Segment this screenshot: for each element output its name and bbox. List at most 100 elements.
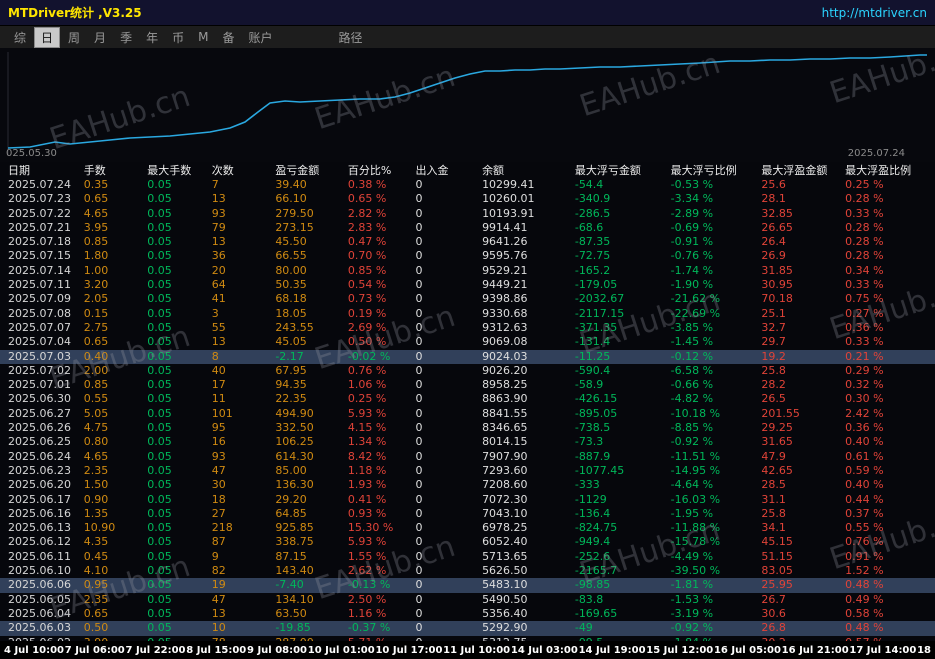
cell-max-float-loss: -83.8 [574,592,604,606]
cell-count: 93 [211,206,226,220]
table-row[interactable]: 2025.07.24 0.35 0.05 7 39.40 0.38 % 0 10299.41 -… [0,178,935,192]
cell-max-float-profit-ratio: 0.34 % [845,263,884,277]
table-row[interactable]: 2025.06.23 2.35 0.05 47 85.00 1.18 % 0 7293.60 -… [0,464,935,478]
table-row[interactable]: 2025.06.27 5.05 0.05 101 494.90 5.93 % 0 8841.5… [0,407,935,421]
cell-max-float-loss-ratio: -0.66 % [670,378,714,392]
cell-percent: 1.55 % [347,549,387,563]
website-link[interactable]: http://mtdriver.cn [822,6,927,20]
col-header-lots[interactable]: 手数 [84,162,148,178]
table-row[interactable]: 2025.07.14 1.00 0.05 20 80.00 0.85 % 0 9529.21 -… [0,264,935,278]
menu-tab-4[interactable]: 月 [88,28,112,47]
cell-max-float-loss-ratio: -22.69 % [670,306,721,320]
cell-date: 2025.07.11 [8,278,71,292]
table-row[interactable]: 2025.07.02 2.00 0.05 40 67.95 0.76 % 0 9026.20 -… [0,364,935,378]
cell-max-float-loss-ratio: -4.82 % [670,392,714,406]
table-row[interactable]: 2025.07.23 0.65 0.05 13 66.10 0.65 % 0 10260.01… [0,192,935,206]
cell-max-float-profit: 51.15 [761,549,793,563]
menu-tab-3[interactable]: 周 [62,28,86,47]
table-row[interactable]: 2025.07.15 1.80 0.05 36 66.55 0.70 % 0 9595.76 -… [0,249,935,263]
table-row[interactable]: 2025.06.03 0.50 0.05 10 -19.85 -0.37 % 0 5292.9… [0,621,935,636]
table-row[interactable]: 2025.06.25 0.80 0.05 16 106.25 1.34 % 0 8014.15… [0,435,935,449]
cell-date: 2025.06.04 [8,606,71,620]
menu-tab-5[interactable]: 季 [114,28,138,47]
cell-lots: 0.95 [83,578,109,592]
menu-tab-6[interactable]: 年 [140,28,164,47]
table-row[interactable]: 2025.06.16 1.35 0.05 27 64.85 0.93 % 0 7043.10 -… [0,507,935,521]
cell-date: 2025.07.24 [8,178,71,191]
cell-pl-amount: -2.17 [275,349,304,363]
table-row[interactable]: 2025.06.06 0.95 0.05 19 -7.40 -0.13 % 0 5483.10… [0,578,935,593]
table-row[interactable]: 2025.06.04 0.65 0.05 13 63.50 1.16 % 0 5356.40 -… [0,607,935,621]
menu-tab-8[interactable]: M [192,29,214,45]
cell-max-float-loss: -58.9 [574,378,604,392]
table-row[interactable]: 2025.06.13 10.90 0.05 218 925.85 15.30 % 0 6978… [0,521,935,535]
cell-max-float-profit-ratio: 0.27 % [845,306,884,320]
table-row[interactable]: 2025.07.11 3.20 0.05 64 50.35 0.54 % 0 9449.21 -… [0,278,935,292]
col-header-max-lots[interactable]: 最大手数 [147,162,212,178]
cell-max-lots: 0.05 [147,478,172,492]
cell-max-float-profit: 25.1 [761,306,786,320]
cell-pl-amount: 273.15 [275,220,314,234]
table-row[interactable]: 2025.06.24 4.65 0.05 93 614.30 8.42 % 0 7907.90… [0,450,935,464]
col-header-max-float-profit-ratio[interactable]: 最大浮盈比例 [845,162,935,178]
table-row[interactable]: 2025.06.12 4.35 0.05 87 338.75 5.93 % 0 6052.40… [0,535,935,549]
cell-max-float-loss-ratio: -0.92 % [670,621,714,635]
table-row[interactable]: 2025.06.20 1.50 0.05 30 136.30 1.93 % 0 7208.60… [0,478,935,492]
table-row[interactable]: 2025.06.30 0.55 0.05 11 22.35 0.25 % 0 8863.90 -… [0,392,935,406]
col-header-balance[interactable]: 余额 [482,162,575,178]
col-header-max-float-loss-ratio[interactable]: 最大浮亏比例 [671,162,762,178]
table-row[interactable]: 2025.06.26 4.75 0.05 95 332.50 4.15 % 0 8346.65… [0,421,935,435]
cell-max-float-profit-ratio: 2.42 % [845,406,884,420]
cell-deposit: 0 [415,320,423,334]
table-row[interactable]: 2025.07.18 0.85 0.05 13 45.50 0.47 % 0 9641.26 -… [0,235,935,249]
cell-balance: 10299.41 [482,178,535,191]
col-header-count[interactable]: 次数 [212,162,276,178]
cell-pl-amount: 143.40 [275,564,314,578]
col-header-date[interactable]: 日期 [0,162,84,178]
menu-item-path[interactable]: 路径 [333,28,369,47]
table-row[interactable]: 2025.06.10 4.10 0.05 82 143.40 2.62 % 0 5626.50… [0,564,935,578]
cell-balance: 5292.90 [482,621,528,635]
cell-max-float-loss-ratio: -0.12 % [670,349,714,363]
menu-tab-7[interactable]: 币 [166,28,190,47]
cell-max-float-profit: 42.65 [761,463,793,477]
cell-max-float-loss: -72.75 [574,249,611,263]
table-row[interactable]: 2025.06.11 0.45 0.05 9 87.15 1.55 % 0 5713.65 -2… [0,550,935,564]
table-row[interactable]: 2025.07.08 0.15 0.05 3 18.05 0.19 % 0 9330.68 -2… [0,307,935,321]
col-header-percent[interactable]: 百分比% [348,162,416,178]
cell-date: 2025.06.27 [8,406,71,420]
cell-date: 2025.07.18 [8,235,71,249]
table-row[interactable]: 2025.07.01 0.85 0.05 17 94.35 1.06 % 0 8958.25 -… [0,378,935,392]
cell-percent: 0.93 % [347,506,387,520]
table-row[interactable]: 2025.07.03 0.40 0.05 8 -2.17 -0.02 % 0 9024.03 -… [0,349,935,364]
cell-count: 101 [211,406,233,420]
table-row[interactable]: 2025.06.05 2.35 0.05 47 134.10 2.50 % 0 5490.50… [0,593,935,607]
cell-max-lots: 0.05 [147,278,172,292]
table-row[interactable]: 2025.07.04 0.65 0.05 13 45.05 0.50 % 0 9069.08 -… [0,335,935,349]
cell-deposit: 0 [415,263,423,277]
menu-tab-2[interactable]: 日 [34,26,61,48]
menu-tab-1[interactable]: 综 [8,28,32,47]
table-row[interactable]: 2025.07.09 2.05 0.05 41 68.18 0.73 % 0 9398.86 -… [0,292,935,306]
cell-max-float-loss-ratio: -1.90 % [670,278,714,292]
menu-tab-9[interactable]: 备 [216,28,240,47]
menubar-items: 综日周月季年币 M 备账户 [8,26,281,48]
table-row[interactable]: 2025.07.07 2.75 0.05 55 243.55 2.69 % 0 9312.63… [0,321,935,335]
menu-tab-10[interactable]: 账户 [242,28,278,47]
cell-percent: 2.83 % [347,220,387,234]
table-row[interactable]: 2025.06.17 0.90 0.05 18 29.20 0.41 % 0 7072.30 -… [0,493,935,507]
time-axis-label: 16 Jul 05:00 [713,644,781,656]
table-row[interactable]: 2025.07.21 3.95 0.05 79 273.15 2.83 % 0 9914.41… [0,221,935,235]
title-bar: MTDriver统计 ,V3.25 http://mtdriver.cn [0,0,935,26]
cell-lots: 2.35 [83,463,109,477]
table-row[interactable]: 2025.07.22 4.65 0.05 93 279.50 2.82 % 0 10193.9… [0,207,935,221]
col-header-deposit[interactable]: 出入金 [416,162,483,178]
cell-pl-amount: -7.40 [275,578,304,592]
col-header-max-float-loss[interactable]: 最大浮亏金额 [575,162,671,178]
col-header-max-float-profit[interactable]: 最大浮盈金额 [761,162,845,178]
cell-pl-amount: 94.35 [275,378,307,392]
cell-max-float-loss-ratio: -4.49 % [670,549,714,563]
cell-max-float-loss: -2117.15 [574,306,625,320]
cell-lots: 0.45 [83,549,109,563]
col-header-pl-amount[interactable]: 盈亏金额 [275,162,348,178]
